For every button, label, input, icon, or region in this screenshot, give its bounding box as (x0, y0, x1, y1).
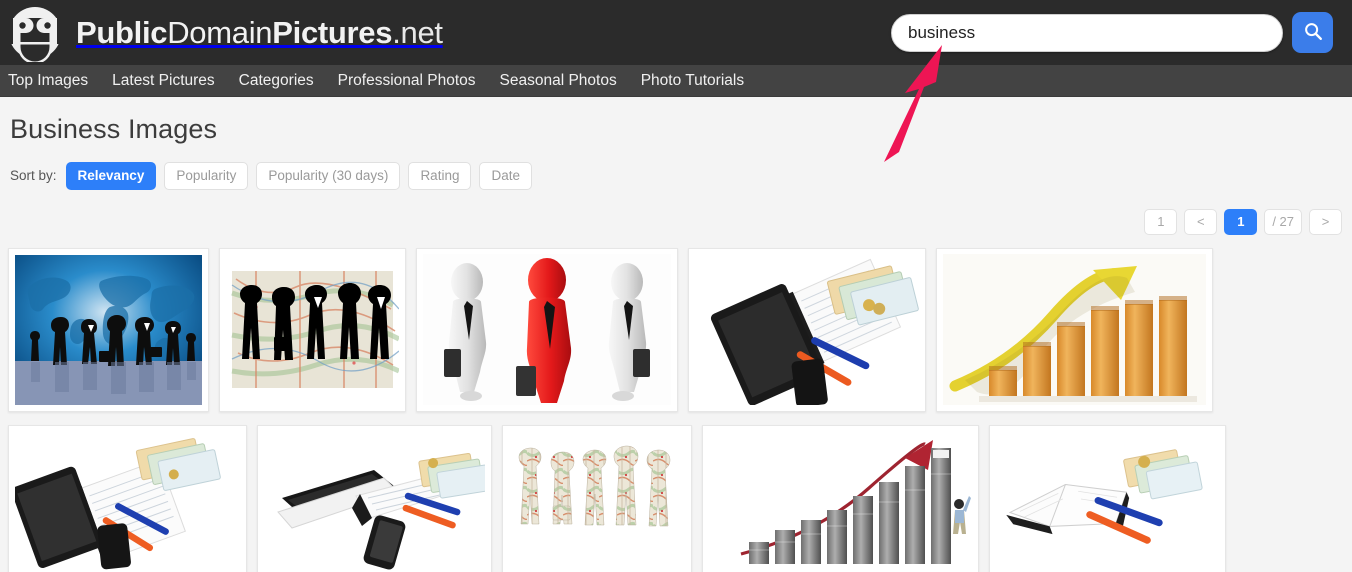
brand-wordmark: PublicDomainPictures.net (76, 15, 443, 51)
nav-item-categories[interactable]: Categories (239, 72, 314, 90)
sort-by-label: Sort by: (10, 168, 57, 184)
thumb-open-notebook-pens-money[interactable] (989, 424, 1226, 572)
thumb-golden-bar-chart-arrow[interactable] (936, 247, 1213, 412)
sort-button-popularity[interactable]: Popularity (164, 162, 249, 190)
pagination-prev-page[interactable]: < (1184, 208, 1218, 235)
thumb-laptop-notebook-phone-money[interactable] (257, 424, 492, 572)
nav-item-photo-tutorials[interactable]: Photo Tutorials (641, 72, 744, 90)
sort-button-popularity-30-days[interactable]: Popularity (30 days) (256, 162, 401, 190)
sort-button-date[interactable]: Date (479, 162, 532, 190)
results-row-2 (8, 424, 1344, 572)
content-area: Business Images Sort by: Relevancy Popul… (0, 97, 1352, 572)
pagination-first-page[interactable]: 1 (1144, 208, 1178, 235)
sort-button-relevancy[interactable]: Relevancy (65, 162, 157, 190)
thumb-tablet-notebook-phone-money[interactable] (8, 424, 247, 572)
site-header: PublicDomainPictures.net (0, 0, 1352, 65)
nav-item-professional-photos[interactable]: Professional Photos (338, 72, 476, 90)
nav-item-top-images[interactable]: Top Images (8, 72, 88, 90)
thumb-business-people-road-map[interactable] (219, 247, 406, 412)
thumb-3d-figures-briefcases[interactable] (416, 247, 678, 412)
search-input[interactable] (891, 13, 1283, 52)
search-area (891, 12, 1344, 53)
page-title: Business Images (10, 114, 218, 144)
brand-part-pictures: Pictures (272, 14, 393, 50)
pdp-face-logo-icon (4, 4, 66, 64)
brand-part-tld: .net (392, 14, 443, 50)
thumb-business-people-world-map[interactable] (8, 247, 209, 412)
pagination-total-pages: / 27 (1264, 208, 1302, 235)
nav-item-seasonal-photos[interactable]: Seasonal Photos (500, 72, 617, 90)
pagination-next-page[interactable]: > (1309, 208, 1342, 235)
nav-item-latest-pictures[interactable]: Latest Pictures (112, 72, 215, 90)
site-logo-link[interactable]: PublicDomainPictures.net (4, 4, 443, 64)
pagination-current-page[interactable]: 1 (1224, 208, 1258, 235)
page-root: PublicDomainPictures.net Top Images Late… (0, 0, 1352, 572)
brand-part-public: Public (76, 14, 168, 50)
results-row-1 (8, 247, 1344, 412)
main-navigation: Top Images Latest Pictures Categories Pr… (0, 65, 1352, 97)
thumb-map-textured-figures[interactable] (502, 424, 692, 572)
search-icon (1302, 20, 1324, 45)
thumb-growth-chart-red-arrow[interactable] (702, 424, 979, 572)
thumb-tablet-notebook-money[interactable] (688, 247, 926, 412)
search-submit-button[interactable] (1292, 12, 1333, 53)
pagination: 1 < 1 / 27 > (8, 190, 1344, 235)
sort-bar: Sort by: Relevancy Popularity Popularity… (8, 145, 1344, 190)
brand-part-domain: Domain (167, 14, 273, 50)
sort-button-rating[interactable]: Rating (408, 162, 472, 190)
